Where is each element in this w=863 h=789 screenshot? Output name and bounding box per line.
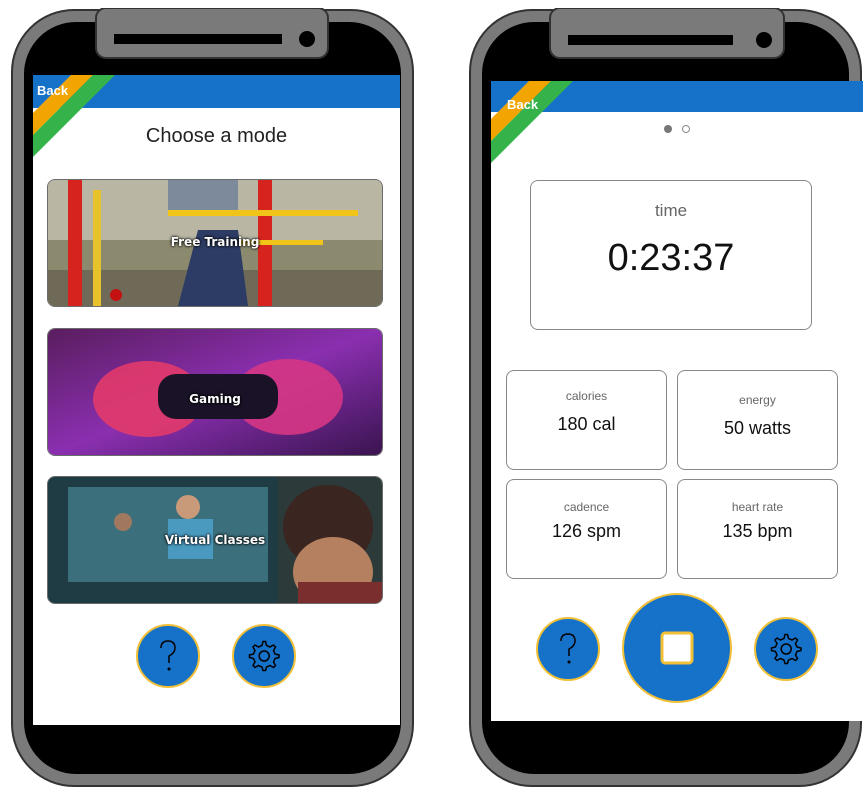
stat-label: cadence: [563, 500, 610, 514]
stop-square-icon: [660, 631, 694, 665]
help-button[interactable]: [136, 624, 200, 688]
stat-energy: energy 50 watts: [677, 370, 838, 470]
card-label: Free Training: [170, 235, 260, 249]
card-label: Virtual Classes: [164, 533, 266, 547]
stat-value: 135 bpm: [722, 521, 793, 541]
stat-calories: calories 180 cal: [506, 370, 667, 470]
stat-label: energy: [739, 393, 776, 407]
time-panel: time 0:23:37: [530, 180, 812, 330]
stat-value: 180 cal: [557, 414, 616, 434]
mode-card-free-training[interactable]: Free Training: [47, 179, 383, 307]
screen-choose-mode: Back Choose a mode Free Training Gaming …: [33, 75, 400, 725]
page-indicator: [491, 120, 863, 138]
stat-value: 50 watts: [723, 418, 792, 438]
stat-value: 126 spm: [551, 521, 622, 541]
help-button[interactable]: [536, 617, 600, 681]
screen-workout: Back time 0:23:37 calories 180 cal energ…: [491, 81, 863, 721]
stat-label: calories: [565, 389, 608, 403]
settings-button[interactable]: [232, 624, 296, 688]
page-dot-active[interactable]: [663, 125, 672, 133]
time-label: time: [654, 201, 688, 220]
page-title: Choose a mode: [145, 125, 288, 147]
card-label: Gaming: [189, 392, 241, 406]
back-button[interactable]: Back: [37, 83, 68, 98]
stop-button[interactable]: [622, 593, 732, 703]
phone-right: Back time 0:23:37 calories 180 cal energ…: [468, 8, 863, 788]
stat-label: heart rate: [731, 500, 784, 514]
question-mark-icon: [560, 633, 576, 664]
back-button[interactable]: Back: [507, 97, 538, 112]
time-value: 0:23:37: [607, 237, 735, 279]
page-dot-inactive[interactable]: [682, 125, 691, 133]
stat-heart-rate: heart rate 135 bpm: [677, 479, 838, 579]
question-mark-icon: [160, 640, 176, 671]
stat-cadence: cadence 126 spm: [506, 479, 667, 579]
phone-left: Back Choose a mode Free Training Gaming …: [10, 8, 415, 788]
mode-card-gaming[interactable]: Gaming: [47, 328, 383, 456]
settings-button[interactable]: [754, 617, 818, 681]
mode-card-virtual-classes[interactable]: Virtual Classes: [47, 476, 383, 604]
gear-icon: [770, 633, 802, 665]
gear-icon: [248, 640, 280, 672]
